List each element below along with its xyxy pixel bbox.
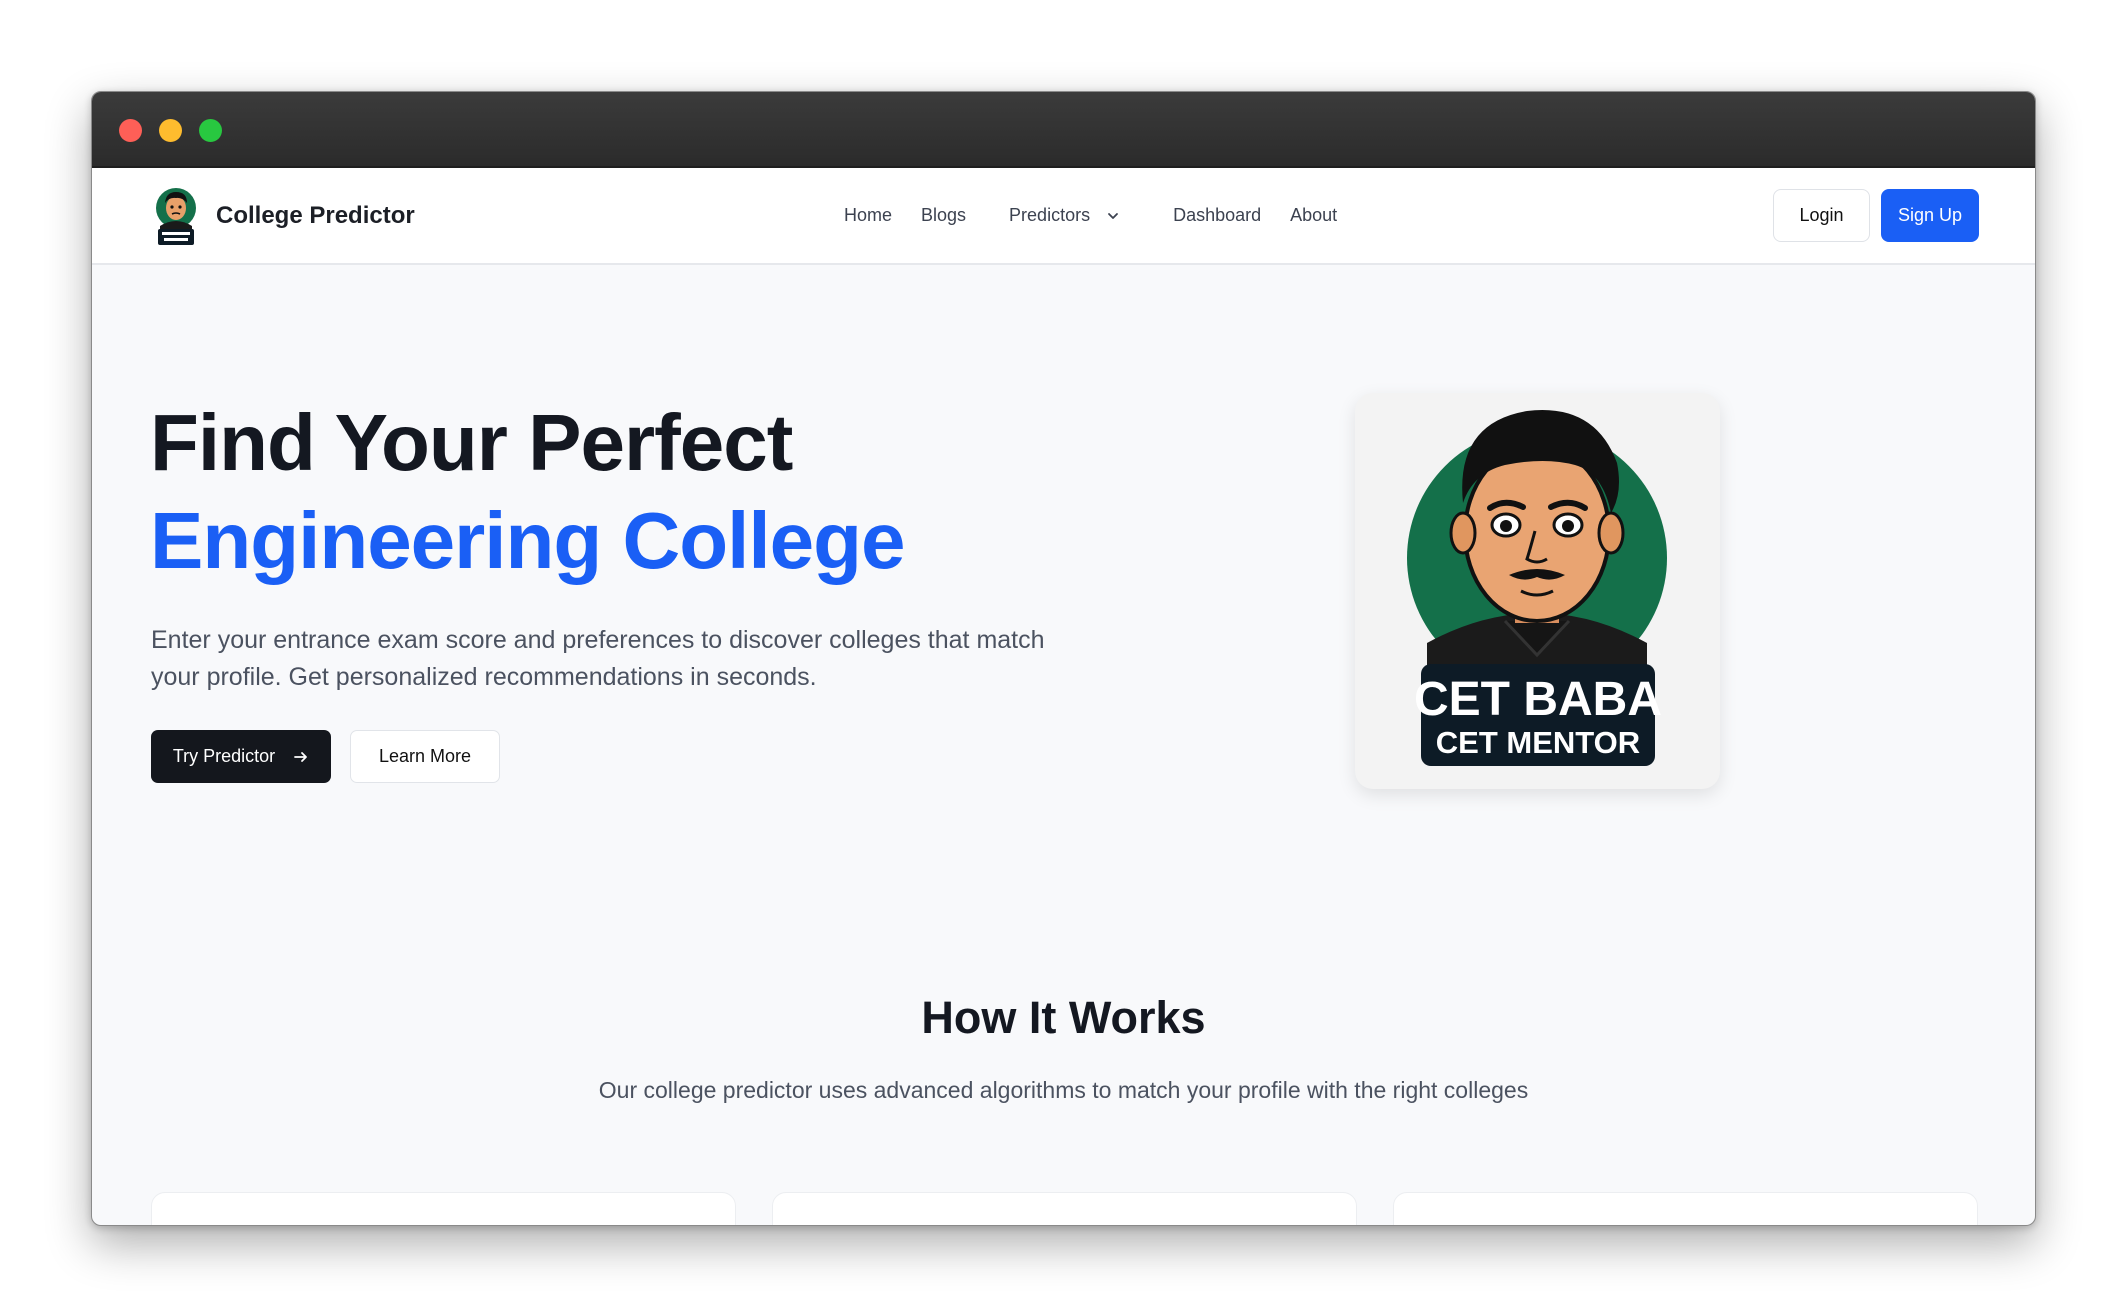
how-it-works-title: How It Works bbox=[921, 992, 1206, 1043]
maximize-window-button[interactable] bbox=[199, 119, 222, 142]
logo-main-text: CET BABA bbox=[1414, 673, 1662, 726]
chevron-down-icon bbox=[1108, 212, 1118, 219]
signup-button[interactable]: Sign Up bbox=[1881, 189, 1979, 242]
try-predictor-label: Try Predictor bbox=[172, 746, 276, 766]
top-navbar: College Predictor Home Blogs Predictors … bbox=[92, 168, 2035, 265]
nav-predictors-dropdown[interactable]: Predictors bbox=[1009, 205, 1120, 226]
feature-card bbox=[772, 1192, 1357, 1225]
hero-title-line2: Engineering College bbox=[150, 496, 905, 585]
brand[interactable]: College Predictor bbox=[154, 186, 415, 246]
nav-dashboard-link[interactable]: Dashboard bbox=[1173, 205, 1261, 226]
brand-logo bbox=[154, 186, 198, 246]
nav-links: Home Blogs Predictors Dashboard About bbox=[844, 168, 1366, 263]
hero-description: Enter your entrance exam score and prefe… bbox=[151, 626, 1045, 691]
feature-card bbox=[1393, 1192, 1978, 1225]
minimize-window-button[interactable] bbox=[159, 119, 182, 142]
nav-blogs-link[interactable]: Blogs bbox=[921, 205, 966, 226]
feature-card bbox=[151, 1192, 736, 1225]
logo-sub-text: CET MENTOR bbox=[1436, 725, 1640, 760]
nav-home-link[interactable]: Home bbox=[844, 205, 892, 226]
window-titlebar bbox=[92, 92, 2035, 168]
browser-window: College Predictor Home Blogs Predictors … bbox=[91, 91, 2036, 1226]
try-predictor-button[interactable]: Try Predictor bbox=[151, 730, 331, 783]
learn-more-button[interactable]: Learn More bbox=[350, 730, 500, 783]
how-it-works-subtitle: Our college predictor uses advanced algo… bbox=[598, 1077, 1529, 1103]
cet-baba-logo: CET BABA CET MENTOR bbox=[1407, 410, 1667, 766]
arrow-right-icon bbox=[294, 751, 308, 762]
hero-title-line1: Find Your Perfect bbox=[150, 398, 793, 487]
close-window-button[interactable] bbox=[119, 119, 142, 142]
brand-name: College Predictor bbox=[216, 202, 415, 229]
login-button[interactable]: Login bbox=[1773, 189, 1870, 242]
hero-mascot-card: CET BABA CET MENTOR bbox=[1355, 393, 1720, 789]
nav-predictors-label: Predictors bbox=[1009, 205, 1091, 225]
nav-about-link[interactable]: About bbox=[1290, 205, 1337, 226]
